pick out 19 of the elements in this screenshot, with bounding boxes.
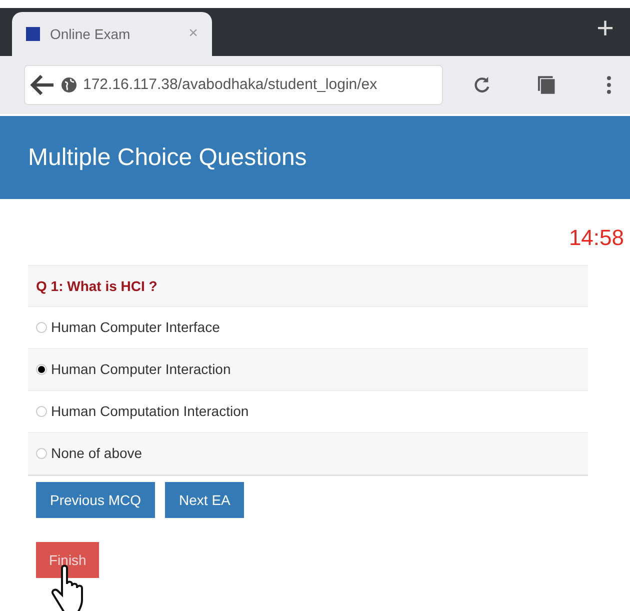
new-tab-button[interactable]: + [596,14,614,44]
nav-button[interactable]: Next EA [165,482,244,518]
countdown-timer: 14:58 [568,224,624,252]
globe-icon [61,77,77,93]
radio-button[interactable] [36,364,47,375]
address-bar[interactable]: 172.16.117.38/avabodhaka/student_login/ex [24,65,443,105]
menu-icon[interactable] [606,75,612,95]
browser-tab[interactable]: Online Exam × [12,12,212,56]
answer-option[interactable]: Human Computer Interaction [28,349,588,391]
tab-title: Online Exam [50,24,132,44]
question-text: Q 1: What is HCI ? [28,265,588,307]
url-text: 172.16.117.38/avabodhaka/student_login/ex [83,74,378,95]
radio-button[interactable] [36,448,47,459]
radio-button[interactable] [36,322,47,333]
answer-option[interactable]: None of above [28,433,588,475]
radio-button[interactable] [36,406,47,417]
page-title: Multiple Choice Questions [28,142,307,172]
site-icon [26,27,40,41]
nav-button[interactable]: Previous MCQ [36,482,156,518]
